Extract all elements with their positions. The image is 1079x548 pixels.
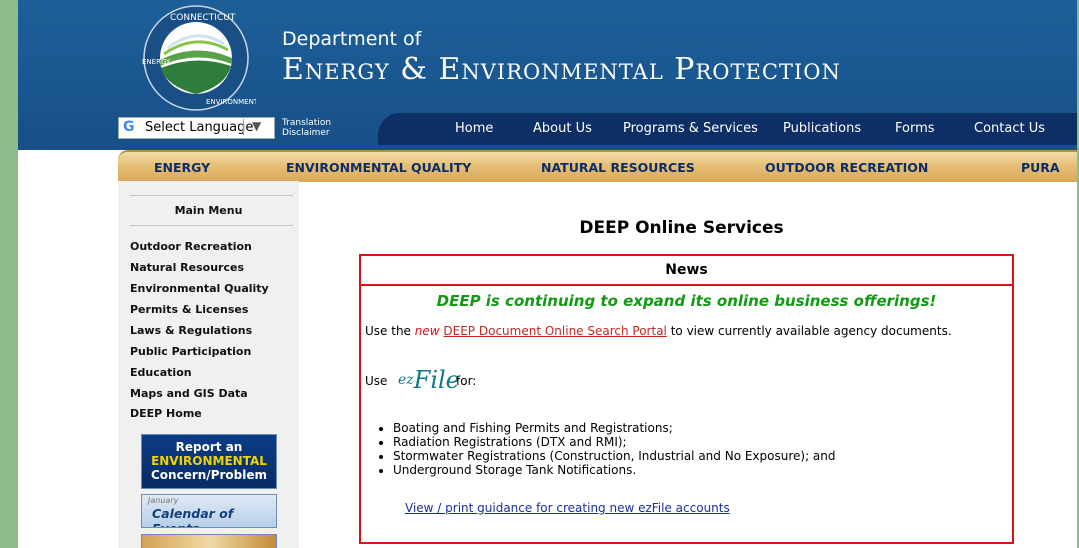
calendar-of-events-banner[interactable]: January Calendar of Events <box>141 494 277 528</box>
report-banner-line2: ENVIRONMENTAL <box>151 454 267 468</box>
seal-top-text: CONNECTICUT <box>170 13 236 23</box>
sidebar-item-education[interactable]: Education <box>130 366 192 379</box>
topic-outdoor-recreation[interactable]: OUTDOOR RECREATION <box>765 160 928 175</box>
ezfile-logo-ez: ez <box>398 372 414 388</box>
translation-line1: Translation <box>282 118 332 128</box>
document-search-portal-link[interactable]: DEEP Document Online Search Portal <box>443 324 666 338</box>
select-language-label: Select Language <box>145 120 254 135</box>
google-g-icon: G <box>123 119 135 135</box>
third-banner[interactable] <box>141 534 277 548</box>
portal-sentence: Use the new DEEP Document Online Search … <box>365 324 952 338</box>
dropdown-arrow-icon: ▼ <box>252 119 262 133</box>
sidebar-item-laws-regulations[interactable]: Laws & Regulations <box>130 324 252 337</box>
topic-pura[interactable]: PURA <box>1021 160 1060 175</box>
topic-energy[interactable]: ENERGY <box>154 160 210 175</box>
sidebar-item-environmental-quality[interactable]: Environmental Quality <box>130 282 269 295</box>
sidebar-item-permits-licenses[interactable]: Permits & Licenses <box>130 303 248 316</box>
main-menu-title: Main Menu <box>174 204 243 217</box>
nav-about-us[interactable]: About Us <box>533 121 592 136</box>
news-heading: News <box>361 256 1012 286</box>
portal-suffix: to view currently available agency docum… <box>670 324 952 338</box>
news-box: News DEEP is continuing to expand its on… <box>359 254 1014 544</box>
translation-disclaimer-link[interactable]: Translation Disclaimer <box>282 118 331 138</box>
seal-left-text: ENERGY <box>142 58 171 66</box>
nav-home[interactable]: Home <box>455 121 493 136</box>
nav-contact-us[interactable]: Contact Us <box>974 121 1045 136</box>
report-concern-banner[interactable]: Report an ENVIRONMENTAL Concern/Problem <box>141 434 277 489</box>
seal-right-text: ENVIRONMENT <box>206 98 256 106</box>
select-language-dropdown[interactable]: G Select Language ▼ <box>118 117 275 139</box>
list-item: Stormwater Registrations (Construction, … <box>393 449 836 463</box>
page-title: DEEP Online Services <box>579 218 784 238</box>
topic-bar: ENERGY ENVIRONMENTAL QUALITY NATURAL RES… <box>118 150 1077 182</box>
topic-environmental-quality[interactable]: ENVIRONMENTAL QUALITY <box>286 160 471 175</box>
list-item: Boating and Fishing Permits and Registra… <box>393 421 836 435</box>
top-nav: Home About Us Programs & Services Public… <box>378 113 1077 145</box>
sidebar: Main Menu Outdoor Recreation Natural Res… <box>118 181 299 548</box>
site-header: CONNECTICUT ENERGY ENVIRONMENT Departmen… <box>18 0 1077 150</box>
page: CONNECTICUT ENERGY ENVIRONMENT Departmen… <box>18 0 1077 548</box>
calendar-small-text: January <box>148 496 179 505</box>
new-label: new <box>414 324 440 338</box>
use-label: Use <box>365 374 388 388</box>
ezfile-logo-file: File <box>413 366 460 394</box>
nav-forms[interactable]: Forms <box>895 121 935 136</box>
for-label: for: <box>456 374 477 388</box>
sidebar-item-public-participation[interactable]: Public Participation <box>130 345 251 358</box>
portal-prefix: Use the <box>365 324 411 338</box>
translation-line2: Disclaimer <box>282 128 330 138</box>
dept-title-line2: Energy & Environmental Protection <box>282 52 841 87</box>
sidebar-item-outdoor-recreation[interactable]: Outdoor Recreation <box>130 240 252 253</box>
ct-seal-logo[interactable]: CONNECTICUT ENERGY ENVIRONMENT <box>136 4 256 112</box>
main-menu-divider-bottom <box>130 225 293 226</box>
report-banner-line1: Report an <box>175 440 243 454</box>
select-language-divider <box>243 119 244 135</box>
main-menu-divider-top <box>130 195 293 196</box>
ezfile-guidance-link[interactable]: View / print guidance for creating new e… <box>405 501 730 515</box>
calendar-banner-text: Calendar of Events <box>152 506 234 527</box>
nav-programs-services[interactable]: Programs & Services <box>623 121 758 136</box>
topic-natural-resources[interactable]: NATURAL RESOURCES <box>541 160 695 175</box>
sidebar-item-maps-gis[interactable]: Maps and GIS Data <box>130 387 248 400</box>
ezfile-services-list: Boating and Fishing Permits and Registra… <box>373 421 836 477</box>
report-banner-line3: Concern/Problem <box>151 468 267 482</box>
dept-title-line1: Department of <box>282 28 422 50</box>
nav-publications[interactable]: Publications <box>783 121 861 136</box>
sidebar-item-natural-resources[interactable]: Natural Resources <box>130 261 244 274</box>
list-item: Underground Storage Tank Notifications. <box>393 463 836 477</box>
ezfile-logo: ezFile <box>398 366 460 394</box>
news-tagline: DEEP is continuing to expand its online … <box>436 292 937 310</box>
list-item: Radiation Registrations (DTX and RMI); <box>393 435 836 449</box>
sidebar-item-deep-home[interactable]: DEEP Home <box>130 407 202 420</box>
